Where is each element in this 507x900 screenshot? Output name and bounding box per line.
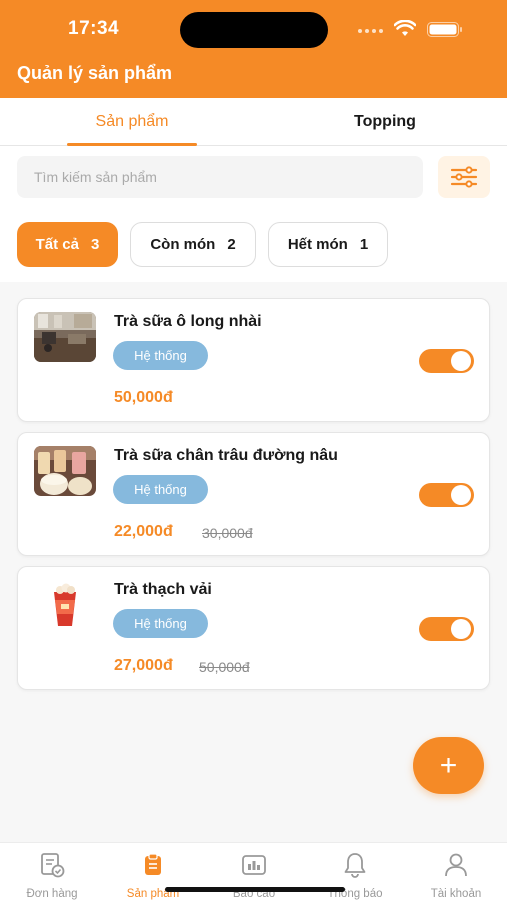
availability-toggle[interactable]: [419, 617, 474, 641]
nav-label: Đơn hàng: [26, 888, 78, 900]
availability-toggle[interactable]: [419, 349, 474, 373]
page-title: Quản lý sản phẩm: [17, 63, 173, 83]
user-icon: [445, 853, 467, 877]
product-name: Trà sữa chân trâu đường nâu: [114, 447, 338, 464]
tab-bar: Sản phẩm Topping: [0, 98, 507, 146]
nav-item-account[interactable]: Tài khoản: [411, 851, 501, 900]
filter-chip-available[interactable]: Còn món 2: [130, 222, 256, 267]
nav-item-products[interactable]: Sản phẩm: [108, 851, 198, 900]
nav-item-notifications[interactable]: Thông báo: [310, 851, 400, 900]
system-badge: Hệ thống: [113, 609, 208, 638]
chip-label: Tất cả: [35, 236, 79, 253]
chip-count: 1: [359, 236, 369, 253]
tab-topping[interactable]: Topping: [320, 98, 450, 146]
system-badge: Hệ thống: [113, 475, 208, 504]
tab-products[interactable]: Sản phẩm: [67, 98, 197, 146]
system-badge: Hệ thống: [113, 341, 208, 370]
product-image: [34, 312, 96, 362]
filter-chip-all[interactable]: Tất cả 3: [17, 222, 118, 267]
chip-count: 3: [91, 236, 100, 253]
bell-icon: [344, 853, 366, 878]
sliders-icon: [450, 166, 478, 188]
product-price: 27,000đ: [114, 657, 173, 674]
dynamic-island: [180, 12, 328, 48]
battery-icon: [427, 22, 462, 37]
product-old-price: 50,000đ: [199, 659, 250, 675]
product-name: Trà sữa ô long nhài: [114, 313, 262, 330]
product-icon: [145, 853, 161, 875]
product-image: [34, 580, 96, 630]
chip-label: Còn món: [150, 236, 216, 253]
product-price: 50,000đ: [114, 389, 173, 406]
status-time: 17:34: [68, 18, 120, 39]
nav-item-orders[interactable]: Đơn hàng: [7, 851, 97, 900]
add-product-button[interactable]: +: [413, 737, 484, 794]
filter-button[interactable]: [438, 156, 490, 198]
product-price: 22,000đ: [114, 523, 173, 540]
cellular-signal-icon: [358, 29, 383, 33]
report-icon: [242, 855, 266, 875]
app-header: 17:34 Quản lý sản phẩm: [0, 0, 507, 98]
chip-label: Hết món: [287, 236, 348, 253]
nav-label: Tài khoản: [430, 888, 482, 900]
product-card[interactable]: Trà sữa chân trâu đường nâu Hệ thống 22,…: [17, 432, 490, 556]
product-name: Trà thạch vải: [114, 581, 212, 598]
order-icon: [41, 853, 65, 878]
availability-toggle[interactable]: [419, 483, 474, 507]
product-card[interactable]: Trà sữa ô long nhài Hệ thống 50,000đ: [17, 298, 490, 422]
product-image: [34, 446, 96, 496]
filter-chip-sold-out[interactable]: Hết món 1: [268, 222, 388, 267]
wifi-icon: [394, 20, 416, 36]
search-input[interactable]: [17, 156, 423, 198]
product-old-price: 30,000đ: [202, 525, 253, 541]
chip-count: 2: [227, 236, 236, 253]
product-card[interactable]: Trà thạch vải Hệ thống 27,000đ 50,000đ: [17, 566, 490, 690]
nav-item-reports[interactable]: Báo cáo: [209, 851, 299, 900]
home-indicator: [165, 887, 345, 892]
